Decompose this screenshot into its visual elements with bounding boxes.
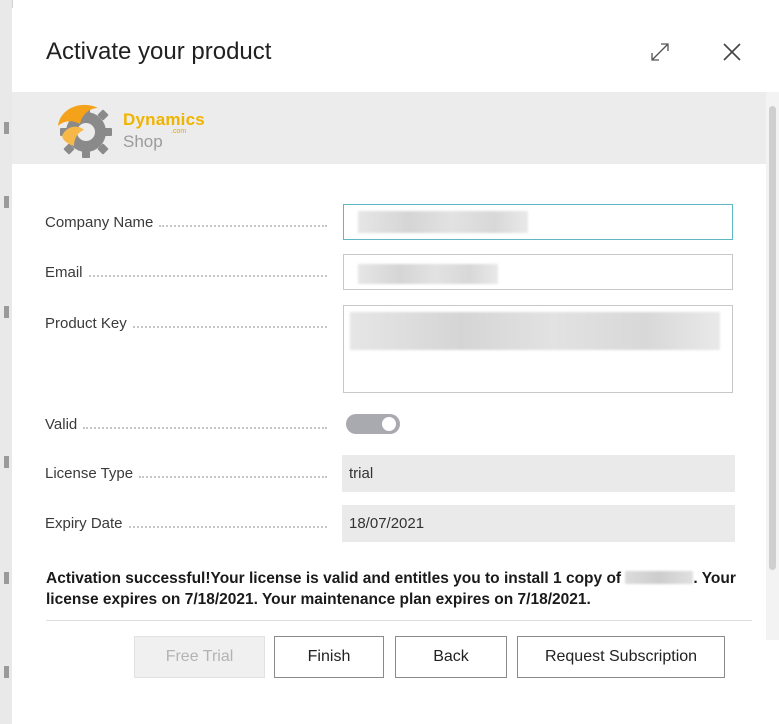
redacted-product-name xyxy=(625,571,694,584)
expiry-date-value: 18/07/2021 xyxy=(342,505,735,542)
email-label: Email xyxy=(45,254,327,290)
background-glyph xyxy=(4,306,9,318)
dialog-title: Activate your product xyxy=(46,38,272,65)
redacted-value xyxy=(358,264,498,284)
toggle-knob xyxy=(382,417,396,431)
logo-wordmark-dynamics: Dynamics xyxy=(123,110,205,129)
background-glyph xyxy=(4,196,9,208)
valid-toggle[interactable] xyxy=(346,414,400,434)
logo-wordmark-com: .com xyxy=(171,128,187,135)
message-separator xyxy=(46,620,752,621)
redacted-value xyxy=(350,312,720,350)
expiry-date-label: Expiry Date xyxy=(45,505,327,541)
activation-message-text-1: Activation successful!Your license is va… xyxy=(46,570,622,587)
close-icon xyxy=(723,43,741,61)
activation-message: Activation successful!Your license is va… xyxy=(46,568,746,631)
background-glyph xyxy=(4,666,9,678)
valid-label: Valid xyxy=(45,406,327,442)
email-input[interactable] xyxy=(343,254,733,290)
license-type-label: License Type xyxy=(45,455,327,491)
dialog-scrollbar[interactable] xyxy=(766,92,779,640)
expand-diagonal-icon xyxy=(651,43,669,61)
branding-banner: Dynamics .com Shop xyxy=(12,92,766,164)
product-key-label: Product Key xyxy=(45,305,327,341)
back-button[interactable]: Back xyxy=(395,636,507,678)
dialog-header: Activate your product xyxy=(12,8,779,92)
dynamics-shop-logo: Dynamics .com Shop xyxy=(52,96,222,162)
gear-logo-icon xyxy=(58,104,112,158)
finish-button[interactable]: Finish xyxy=(274,636,384,678)
activate-product-dialog: Activate your product Dynamics .com Shop… xyxy=(12,8,779,724)
license-type-value: trial xyxy=(342,455,735,492)
background-glyph xyxy=(4,122,9,134)
company-name-label: Company Name xyxy=(45,204,327,240)
free-trial-button: Free Trial xyxy=(134,636,265,678)
request-subscription-button[interactable]: Request Subscription xyxy=(517,636,725,678)
background-glyph xyxy=(4,572,9,584)
expand-button[interactable] xyxy=(646,38,674,66)
company-name-input[interactable] xyxy=(343,204,733,240)
scrollbar-thumb[interactable] xyxy=(769,106,776,570)
logo-wordmark-shop: Shop xyxy=(123,132,163,151)
close-button[interactable] xyxy=(718,38,746,66)
redacted-value xyxy=(358,211,528,233)
product-key-textarea[interactable] xyxy=(343,305,733,393)
background-glyph xyxy=(4,456,9,468)
